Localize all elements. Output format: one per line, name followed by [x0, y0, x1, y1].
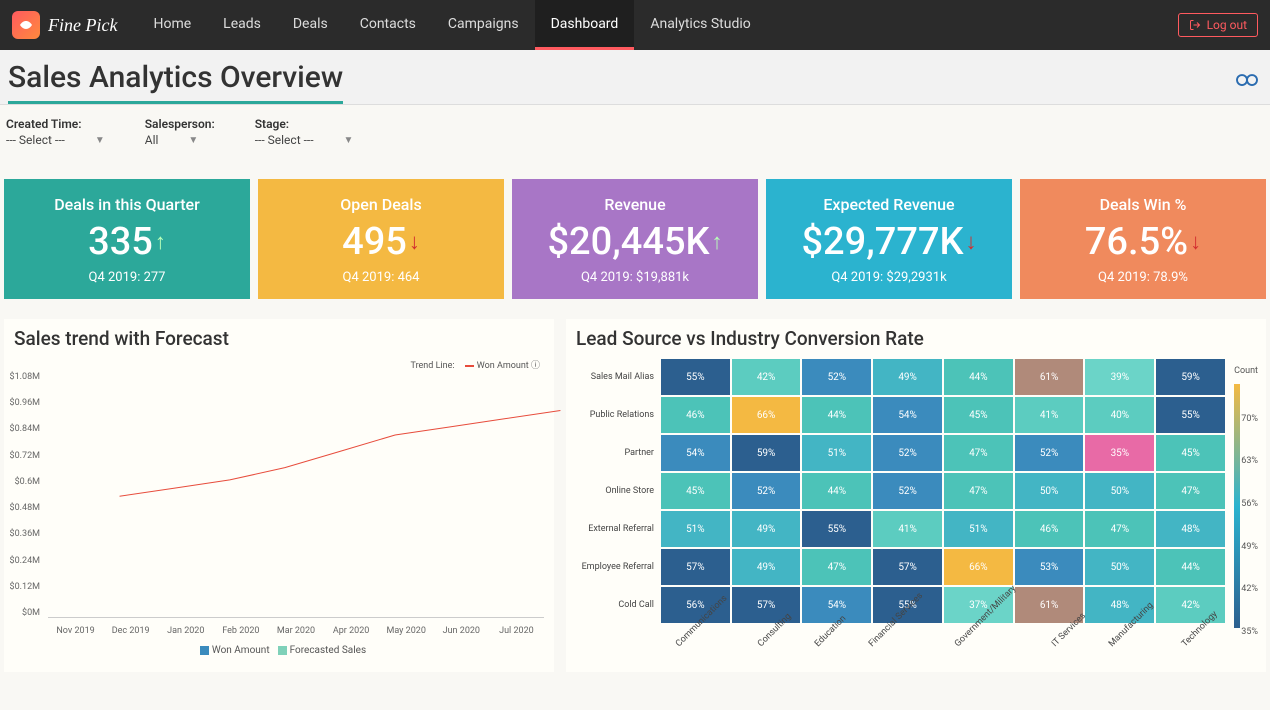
heatmap-cell[interactable]: 66%	[944, 549, 1013, 585]
heatmap-row: Partner54%59%51%52%47%52%35%45%	[580, 434, 1226, 472]
nav-item-deals[interactable]: Deals	[277, 0, 344, 50]
heatmap-cell[interactable]: 39%	[1085, 359, 1154, 395]
heatmap-cell[interactable]: 47%	[944, 435, 1013, 471]
heatmap-cell[interactable]: 52%	[873, 435, 942, 471]
heatmap-cell[interactable]: 55%	[661, 359, 730, 395]
nav-items: HomeLeadsDealsContactsCampaignsDashboard…	[137, 0, 766, 50]
top-nav: Fine Pick HomeLeadsDealsContactsCampaign…	[0, 0, 1270, 50]
heatmap-cell[interactable]: 40%	[1085, 397, 1154, 433]
heatmap-cell[interactable]: 52%	[873, 473, 942, 509]
heatmap: Sales Mail Alias55%42%52%49%44%61%39%59%…	[566, 358, 1266, 672]
filter-select[interactable]: --- Select ---▼	[6, 133, 105, 147]
panels: Sales trend with Forecast Trend Line: Wo…	[0, 307, 1270, 684]
kpi-card: Deals Win %76.5%↓Q4 2019: 78.9%	[1020, 179, 1266, 299]
heatmap-cell[interactable]: 48%	[1156, 511, 1225, 547]
heatmap-cell[interactable]: 53%	[1015, 549, 1084, 585]
kpi-card: Open Deals495↓Q4 2019: 464	[258, 179, 504, 299]
heatmap-cell[interactable]: 54%	[661, 435, 730, 471]
heatmap-cell[interactable]: 35%	[1085, 435, 1154, 471]
heatmap-cell[interactable]: 50%	[1085, 549, 1154, 585]
heatmap-cell[interactable]: 41%	[873, 511, 942, 547]
heatmap-cell[interactable]: 57%	[661, 549, 730, 585]
heatmap-cell[interactable]: 54%	[873, 397, 942, 433]
heatmap-cell[interactable]: 50%	[1085, 473, 1154, 509]
heatmap-cell[interactable]: 44%	[802, 473, 871, 509]
heatmap-cell[interactable]: 44%	[1156, 549, 1225, 585]
heatmap-cell[interactable]: 47%	[1156, 473, 1225, 509]
trend-arrow-icon: ↓	[1190, 229, 1201, 255]
trend-arrow-icon: ↑	[712, 229, 723, 255]
heatmap-cell[interactable]: 47%	[1085, 511, 1154, 547]
nav-item-analytics-studio[interactable]: Analytics Studio	[634, 0, 766, 50]
heatmap-cell[interactable]: 41%	[1015, 397, 1084, 433]
kpi-card: Revenue$20,445K↑Q4 2019: $19,881k	[512, 179, 758, 299]
filter-1: Salesperson:All▼	[145, 117, 215, 147]
heatmap-cell[interactable]: 55%	[1156, 397, 1225, 433]
heatmap-row: Public Relations46%66%44%54%45%41%40%55%	[580, 396, 1226, 434]
kpi-card: Expected Revenue$29,777K↓Q4 2019: $29,29…	[766, 179, 1012, 299]
heatmap-cell[interactable]: 42%	[732, 359, 801, 395]
heatmap-cell[interactable]: 55%	[802, 511, 871, 547]
heatmap-cell[interactable]: 46%	[1015, 511, 1084, 547]
heatmap-row: Online Store45%52%44%52%47%50%50%47%	[580, 472, 1226, 510]
link-icon[interactable]	[1232, 68, 1262, 96]
nav-item-leads[interactable]: Leads	[207, 0, 277, 50]
title-bar: Sales Analytics Overview	[0, 50, 1270, 105]
logout-icon	[1189, 19, 1201, 31]
heatmap-cell[interactable]: 59%	[1156, 359, 1225, 395]
filter-select[interactable]: All▼	[145, 133, 215, 147]
panel-title: Lead Source vs Industry Conversion Rate	[566, 319, 1266, 358]
heatmap-cell[interactable]: 47%	[802, 549, 871, 585]
heatmap-row: External Referral51%49%55%41%51%46%47%48…	[580, 510, 1226, 548]
heatmap-row: Sales Mail Alias55%42%52%49%44%61%39%59%	[580, 358, 1226, 396]
trend-arrow-icon: ↑	[155, 229, 166, 255]
heatmap-cell[interactable]: 66%	[732, 397, 801, 433]
heatmap-cell[interactable]: 52%	[732, 473, 801, 509]
nav-item-campaigns[interactable]: Campaigns	[432, 0, 535, 50]
filter-0: Created Time:--- Select ---▼	[6, 117, 105, 147]
heatmap-cell[interactable]: 44%	[802, 397, 871, 433]
chevron-down-icon: ▼	[188, 135, 198, 146]
heatmap-cell[interactable]: 47%	[944, 473, 1013, 509]
panel-title: Sales trend with Forecast	[4, 319, 554, 358]
heatmap-cell[interactable]: 57%	[873, 549, 942, 585]
heatmap-cell[interactable]: 49%	[732, 549, 801, 585]
heatmap-cell[interactable]: 45%	[944, 397, 1013, 433]
nav-item-contacts[interactable]: Contacts	[344, 0, 432, 50]
brand-logo: Fine Pick	[12, 11, 117, 39]
kpi-card: Deals in this Quarter335↑Q4 2019: 277	[4, 179, 250, 299]
heatmap-cell[interactable]: 61%	[1015, 359, 1084, 395]
chevron-down-icon: ▼	[344, 135, 354, 146]
brand-name: Fine Pick	[48, 15, 117, 36]
filter-2: Stage:--- Select ---▼	[255, 117, 354, 147]
heatmap-cell[interactable]: 45%	[1156, 435, 1225, 471]
heatmap-cell[interactable]: 51%	[944, 511, 1013, 547]
trend-arrow-icon: ↓	[966, 229, 977, 255]
trend-arrow-icon: ↓	[409, 229, 420, 255]
brand-icon	[12, 11, 40, 39]
heatmap-cell[interactable]: 50%	[1015, 473, 1084, 509]
heatmap-cell[interactable]: 52%	[1015, 435, 1084, 471]
chevron-down-icon: ▼	[95, 135, 105, 146]
heatmap-cell[interactable]: 52%	[802, 359, 871, 395]
heatmap-cell[interactable]: 44%	[944, 359, 1013, 395]
heatmap-cell[interactable]: 59%	[732, 435, 801, 471]
heatmap-panel: Lead Source vs Industry Conversion Rate …	[566, 319, 1266, 672]
heatmap-cell[interactable]: 49%	[732, 511, 801, 547]
bar-chart: Trend Line: Won Amount ⓘ $1.08M$0.96M$0.…	[4, 358, 554, 658]
heatmap-cell[interactable]: 51%	[802, 435, 871, 471]
page-title: Sales Analytics Overview	[8, 60, 343, 104]
heatmap-cell[interactable]: 46%	[661, 397, 730, 433]
heatmap-row: Employee Referral57%49%47%57%66%53%50%44…	[580, 548, 1226, 586]
heatmap-cell[interactable]: 49%	[873, 359, 942, 395]
heatmap-cell[interactable]: 51%	[661, 511, 730, 547]
nav-item-home[interactable]: Home	[137, 0, 207, 50]
filters: Created Time:--- Select ---▼ Salesperson:…	[0, 105, 1270, 159]
kpi-cards: Deals in this Quarter335↑Q4 2019: 277Ope…	[0, 159, 1270, 307]
filter-select[interactable]: --- Select ---▼	[255, 133, 354, 147]
sales-trend-panel: Sales trend with Forecast Trend Line: Wo…	[4, 319, 554, 672]
heatmap-cell[interactable]: 45%	[661, 473, 730, 509]
nav-item-dashboard[interactable]: Dashboard	[535, 0, 635, 50]
logout-button[interactable]: Log out	[1178, 13, 1258, 37]
